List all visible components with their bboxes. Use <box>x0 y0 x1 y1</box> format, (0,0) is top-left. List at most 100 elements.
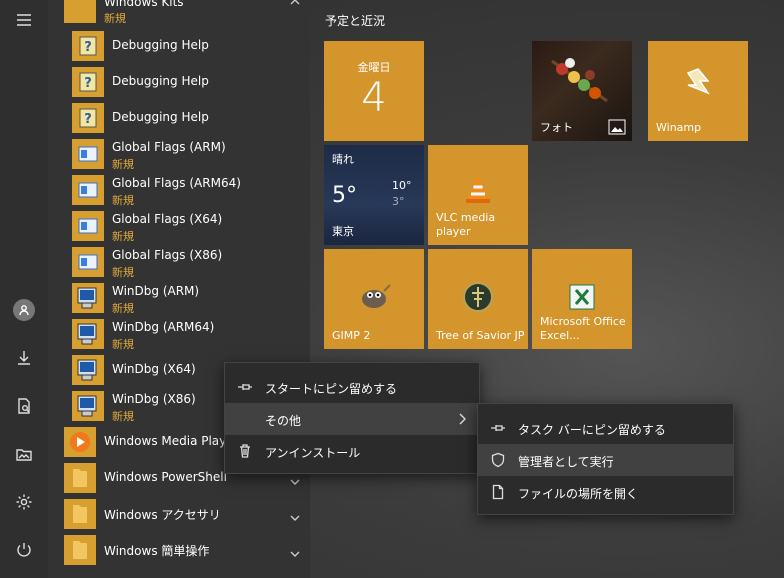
list-item-global-flags-arm64[interactable]: Global Flags (ARM64) 新規 <box>48 172 310 208</box>
hamburger-icon <box>17 14 31 26</box>
help-icon: ? <box>72 31 104 61</box>
list-item-global-flags-x86[interactable]: Global Flags (X86) 新規 <box>48 244 310 280</box>
menu-item-pin-to-start[interactable]: スタートにピン留めする <box>225 371 479 403</box>
menu-button[interactable] <box>0 0 48 40</box>
weather-city: 東京 <box>332 225 354 238</box>
app-name: WinDbg (ARM64) <box>112 320 215 334</box>
new-badge: 新規 <box>112 410 134 423</box>
app-name: Global Flags (ARM64) <box>112 176 241 190</box>
vlc-tile[interactable]: VLC media player <box>428 145 528 245</box>
new-badge: 新規 <box>112 302 134 315</box>
app-name: Debugging Help <box>112 74 209 88</box>
list-item-windbg-arm[interactable]: WinDbg (ARM) 新規 <box>48 280 310 316</box>
media-player-icon <box>64 427 96 457</box>
app-name: Global Flags (X86) <box>112 248 223 262</box>
tile-label: Microsoft Office Excel... <box>540 315 626 342</box>
chevron-down-icon[interactable] <box>290 508 300 521</box>
photos-tile[interactable]: フォト <box>532 41 632 141</box>
app-name: WinDbg (X64) <box>112 362 196 376</box>
downloads-button[interactable] <box>0 338 48 378</box>
tree-of-savior-tile[interactable]: Tree of Savior JP <box>428 249 528 349</box>
tree-of-savior-icon <box>463 282 493 312</box>
start-rail <box>0 0 48 578</box>
winamp-tile[interactable]: Winamp <box>648 41 748 141</box>
gear-icon <box>16 494 32 510</box>
trash-icon <box>237 443 253 459</box>
excel-tile[interactable]: Microsoft Office Excel... <box>532 249 632 349</box>
winamp-icon <box>686 68 710 95</box>
calendar-tile[interactable]: 金曜日 4 <box>324 41 424 141</box>
calendar-date: 4 <box>361 75 387 121</box>
app-name: Windows PowerShell <box>104 470 227 484</box>
pin-icon <box>237 379 253 395</box>
chevron-right-icon <box>457 413 467 425</box>
weather-high: 10° <box>392 179 412 192</box>
windbg-icon <box>72 283 104 313</box>
tile-label: VLC media player <box>436 211 496 238</box>
app-name: Debugging Help <box>112 38 209 52</box>
calendar-day: 金曜日 <box>357 61 391 74</box>
windbg-icon <box>72 319 104 349</box>
menu-item-run-as-admin[interactable]: 管理者として実行 <box>478 444 733 476</box>
app-name: Windows アクセサリ <box>104 508 221 522</box>
chevron-up-icon <box>290 0 300 5</box>
list-item-windows-accessories[interactable]: Windows アクセサリ <box>48 496 310 532</box>
document-search-icon <box>18 398 30 414</box>
file-icon <box>490 484 506 500</box>
flags-icon <box>72 175 104 205</box>
app-name: Global Flags (X64) <box>112 212 223 226</box>
list-item-windows-kits[interactable]: Windows Kits 新規 <box>48 0 310 26</box>
new-badge: 新規 <box>112 338 134 351</box>
svg-text:?: ? <box>84 76 92 91</box>
app-list: Windows Kits 新規 ? Debugging Help ? Debug… <box>48 0 310 578</box>
new-badge: 新規 <box>104 12 126 25</box>
power-button[interactable] <box>0 530 48 570</box>
excel-icon <box>569 284 595 310</box>
pictures-button[interactable] <box>0 434 48 474</box>
list-item-global-flags-arm[interactable]: Global Flags (ARM) 新規 <box>48 136 310 172</box>
menu-item-pin-to-taskbar[interactable]: タスク バーにピン留めする <box>478 412 733 444</box>
list-item-debugging-help-2[interactable]: ? Debugging Help <box>48 64 310 100</box>
gimp-tile[interactable]: GIMP 2 <box>324 249 424 349</box>
settings-button[interactable] <box>0 482 48 522</box>
tile-label: Winamp <box>656 121 702 134</box>
list-item-windbg-arm64[interactable]: WinDbg (ARM64) 新規 <box>48 316 310 352</box>
pin-icon <box>490 420 506 436</box>
menu-item-more[interactable]: その他 <box>225 403 479 435</box>
list-item-debugging-help-3[interactable]: ? Debugging Help <box>48 100 310 136</box>
menu-item-label: スタートにピン留めする <box>265 382 398 396</box>
folder-icon <box>64 499 96 529</box>
new-badge: 新規 <box>112 230 134 243</box>
menu-item-uninstall[interactable]: アンインストール <box>225 435 479 467</box>
user-icon <box>19 305 29 316</box>
app-name: Debugging Help <box>112 110 209 124</box>
app-name: Windows 簡単操作 <box>104 544 210 558</box>
menu-item-open-file-location[interactable]: ファイルの場所を開く <box>478 476 733 508</box>
flags-icon <box>72 139 104 169</box>
power-icon <box>17 543 31 557</box>
svg-text:?: ? <box>84 40 92 55</box>
account-button[interactable] <box>0 290 48 330</box>
list-item-windows-ease-of-access[interactable]: Windows 簡単操作 <box>48 532 310 568</box>
vlc-cone-icon <box>466 175 490 203</box>
list-item-debugging-help-1[interactable]: ? Debugging Help <box>48 28 310 64</box>
chevron-down-icon[interactable] <box>290 544 300 557</box>
tile-label: Tree of Savior JP <box>436 329 525 342</box>
avatar <box>13 299 35 321</box>
app-name: Global Flags (ARM) <box>112 140 226 154</box>
weather-temp: 5° <box>332 183 357 208</box>
weather-tile[interactable]: 晴れ 5° 10° 3° 東京 <box>324 145 424 245</box>
documents-button[interactable] <box>0 386 48 426</box>
menu-item-label: 管理者として実行 <box>518 455 614 469</box>
photos-icon <box>608 119 626 135</box>
menu-item-label: その他 <box>265 414 302 428</box>
gimp-icon <box>362 284 391 308</box>
menu-item-label: アンインストール <box>265 446 361 460</box>
new-badge: 新規 <box>112 158 134 171</box>
shield-icon <box>490 452 506 468</box>
help-icon: ? <box>72 103 104 133</box>
svg-text:?: ? <box>84 112 92 127</box>
list-item-global-flags-x64[interactable]: Global Flags (X64) 新規 <box>48 208 310 244</box>
flags-icon <box>72 211 104 241</box>
app-name: Windows Media Player <box>104 434 239 448</box>
